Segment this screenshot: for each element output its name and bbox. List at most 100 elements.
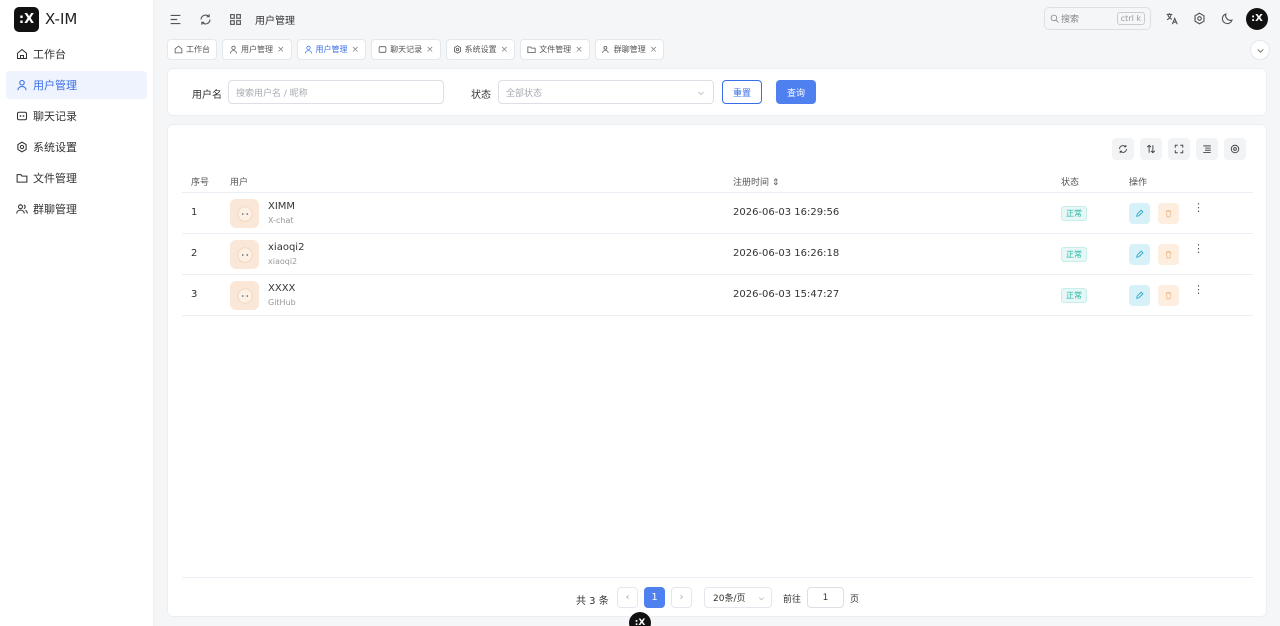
tab-files[interactable]: 文件管理 ×	[520, 39, 590, 60]
sidebar-item-chat-records[interactable]: 聊天记录	[6, 102, 147, 130]
query-button[interactable]: 查询	[776, 80, 816, 104]
column-reg-time[interactable]: 注册时间 ⇕	[733, 175, 779, 188]
top-header: 用户管理 搜索 ctrl k :X	[154, 0, 1280, 38]
status-badge: 正常	[1061, 206, 1087, 221]
edit-button[interactable]	[1129, 285, 1150, 306]
close-icon[interactable]: ×	[650, 45, 658, 55]
prev-page-button[interactable]: ‹	[617, 587, 638, 608]
folder-icon	[15, 172, 28, 185]
chevron-down-icon	[698, 91, 704, 95]
row-index: 1	[191, 207, 198, 218]
table-toolbar	[1106, 138, 1246, 160]
page-tabs: 工作台 用户管理 × 用户管理 × 聊天记录 × 系统设置 × 文件管理 × 群…	[167, 39, 1270, 60]
tab-chat-records[interactable]: 聊天记录 ×	[371, 39, 441, 60]
logo-icon: :X	[14, 6, 39, 32]
tab-label: 聊天记录	[390, 45, 423, 54]
tab-users-active[interactable]: 用户管理 ×	[296, 39, 367, 60]
page-number-button[interactable]: 1	[644, 587, 665, 608]
more-actions-icon[interactable]: ⋮	[1193, 243, 1204, 254]
status-badge: 正常	[1061, 288, 1087, 303]
user-avatar[interactable]: :X	[1246, 7, 1268, 30]
users-icon	[15, 203, 28, 216]
sort-arrows-icon[interactable]: ⇕	[772, 178, 780, 188]
reg-time: 2026-06-03 16:29:56	[733, 207, 840, 218]
table-header: 序号 用户 注册时间 ⇕ 状态 操作	[182, 169, 1253, 193]
sidebar-item-files[interactable]: 文件管理	[6, 164, 147, 192]
menu-toggle-icon[interactable]	[167, 11, 183, 27]
page-suffix: 页	[850, 595, 860, 605]
total-count: 共 3 条	[576, 596, 609, 607]
home-icon	[15, 48, 28, 61]
sidebar-item-users[interactable]: 用户管理	[6, 71, 147, 99]
pencil-icon	[1136, 250, 1144, 258]
more-actions-icon[interactable]: ⋮	[1193, 284, 1204, 295]
sidebar-item-groups[interactable]: 群聊管理	[6, 195, 147, 223]
tab-settings[interactable]: 系统设置 ×	[445, 39, 516, 60]
delete-button[interactable]	[1158, 244, 1179, 265]
logo[interactable]: :X X-IM	[0, 0, 153, 38]
density-icon[interactable]	[1196, 138, 1218, 160]
sidebar-item-settings[interactable]: 系统设置	[6, 133, 147, 161]
folder-icon	[527, 46, 536, 53]
user-name: XIMM	[268, 201, 296, 212]
table-row: 3 XXXX GitHub 2026-06-03 15:47:27 正常 ⋮	[182, 275, 1253, 316]
close-icon[interactable]: ×	[501, 45, 509, 55]
chevron-right-icon: ›	[679, 592, 684, 603]
user-nickname: xiaoqi2	[268, 257, 298, 266]
tab-users[interactable]: 用户管理 ×	[222, 39, 292, 60]
status-select-value: 全部状态	[506, 88, 543, 99]
sidebar-item-workbench[interactable]: 工作台	[6, 40, 147, 68]
tab-label: 工作台	[186, 45, 210, 54]
edit-button[interactable]	[1129, 203, 1150, 224]
moon-icon[interactable]	[1219, 11, 1235, 27]
user-icon	[230, 45, 237, 54]
page-size-select[interactable]: 20条/页	[704, 587, 772, 608]
row-index: 2	[191, 248, 198, 259]
sort-icon[interactable]	[1140, 138, 1162, 160]
refresh-icon[interactable]	[197, 11, 213, 27]
grid-icon[interactable]	[227, 11, 243, 27]
breadcrumb: 用户管理	[255, 15, 295, 27]
tab-workbench[interactable]: 工作台	[167, 39, 217, 60]
sidebar-menu: 工作台 用户管理 聊天记录 系统设置 文件管理 群聊管理	[0, 40, 153, 223]
more-actions-icon[interactable]: ⋮	[1193, 202, 1204, 213]
close-icon[interactable]: ×	[426, 45, 434, 55]
delete-button[interactable]	[1158, 203, 1179, 224]
settings-icon[interactable]	[1191, 11, 1207, 27]
column-settings-icon[interactable]	[1224, 138, 1246, 160]
edit-button[interactable]	[1129, 244, 1150, 265]
close-icon[interactable]: ×	[575, 45, 583, 55]
user-nickname: GitHub	[268, 298, 296, 307]
column-reg-time-label: 注册时间	[733, 178, 770, 188]
status-select[interactable]: 全部状态	[498, 80, 714, 104]
username-search-input[interactable]: 搜索用户名 / 昵称	[228, 80, 444, 104]
tab-label: 文件管理	[539, 45, 572, 54]
user-name: XXXX	[268, 283, 296, 294]
goto-label: 前往	[783, 595, 802, 605]
translate-icon[interactable]	[1163, 11, 1179, 27]
tab-label: 用户管理	[241, 45, 273, 54]
sidebar-item-label: 群聊管理	[33, 203, 77, 216]
column-user: 用户	[230, 178, 249, 188]
next-page-button[interactable]: ›	[671, 587, 692, 608]
user-table-panel: 序号 用户 注册时间 ⇕ 状态 操作 1 XIMM X-chat 2026-06…	[167, 124, 1267, 617]
fullscreen-icon[interactable]	[1168, 138, 1190, 160]
refresh-icon[interactable]	[1112, 138, 1134, 160]
avatar	[230, 240, 259, 269]
tab-groups[interactable]: 群聊管理 ×	[594, 39, 665, 60]
chat-icon	[15, 110, 28, 123]
goto-page-input[interactable]: 1	[807, 587, 844, 608]
table-row: 1 XIMM X-chat 2026-06-03 16:29:56 正常 ⋮	[182, 193, 1253, 234]
trash-icon	[1165, 209, 1172, 218]
sidebar-item-label: 用户管理	[33, 79, 77, 92]
reset-button[interactable]: 重置	[722, 80, 762, 104]
tabs-more-button[interactable]	[1250, 40, 1270, 60]
delete-button[interactable]	[1158, 285, 1179, 306]
sidebar-item-label: 工作台	[33, 48, 66, 61]
close-icon[interactable]: ×	[352, 45, 360, 55]
search-input[interactable]: 搜索 ctrl k	[1044, 7, 1151, 30]
chevron-left-icon: ‹	[625, 592, 630, 603]
close-icon[interactable]: ×	[277, 45, 285, 55]
user-name: xiaoqi2	[268, 242, 305, 253]
search-icon	[1050, 14, 1059, 23]
